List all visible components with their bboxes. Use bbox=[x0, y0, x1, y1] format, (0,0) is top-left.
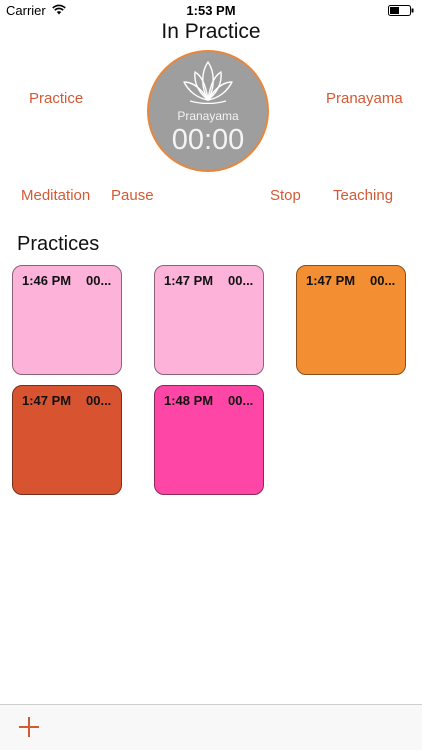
status-bar: Carrier 1:53 PM bbox=[0, 0, 422, 22]
practice-tile[interactable]: 1:47 PM 00... bbox=[296, 265, 406, 375]
practice-duration: 00... bbox=[228, 273, 254, 288]
practice-time: 1:48 PM bbox=[164, 393, 214, 408]
pranayama-button[interactable]: Pranayama bbox=[326, 90, 403, 107]
practice-duration: 00... bbox=[86, 393, 112, 408]
practice-time: 1:47 PM bbox=[22, 393, 72, 408]
practice-duration: 00... bbox=[86, 273, 112, 288]
timer-display[interactable]: Pranayama 00:00 bbox=[147, 50, 269, 172]
practice-duration: 00... bbox=[370, 273, 396, 288]
stop-button[interactable]: Stop bbox=[270, 187, 301, 204]
teaching-button[interactable]: Teaching bbox=[333, 187, 393, 204]
practice-tile[interactable]: 1:47 PM 00... bbox=[154, 265, 264, 375]
meditation-button[interactable]: Meditation bbox=[21, 187, 90, 204]
timer-mode-label: Pranayama bbox=[177, 109, 239, 123]
add-practice-button[interactable] bbox=[16, 714, 42, 740]
timer-value: 00:00 bbox=[171, 124, 245, 156]
practice-duration: 00... bbox=[228, 393, 254, 408]
page-title: In Practice bbox=[161, 20, 261, 43]
pause-button[interactable]: Pause bbox=[111, 187, 154, 204]
battery-icon bbox=[388, 5, 414, 16]
practices-heading: Practices bbox=[17, 233, 100, 255]
practice-button[interactable]: Practice bbox=[29, 90, 83, 107]
practice-tile[interactable]: 1:46 PM 00... bbox=[12, 265, 122, 375]
practice-tile[interactable]: 1:47 PM 00... bbox=[12, 385, 122, 495]
practice-time: 1:47 PM bbox=[306, 273, 356, 288]
plus-icon bbox=[19, 717, 39, 737]
practice-time: 1:47 PM bbox=[164, 273, 214, 288]
practice-time: 1:46 PM bbox=[22, 273, 72, 288]
lotus-icon bbox=[183, 61, 233, 104]
practice-tile[interactable]: 1:48 PM 00... bbox=[154, 385, 264, 495]
clock-label: 1:53 PM bbox=[186, 3, 236, 18]
bottom-toolbar bbox=[0, 704, 422, 750]
